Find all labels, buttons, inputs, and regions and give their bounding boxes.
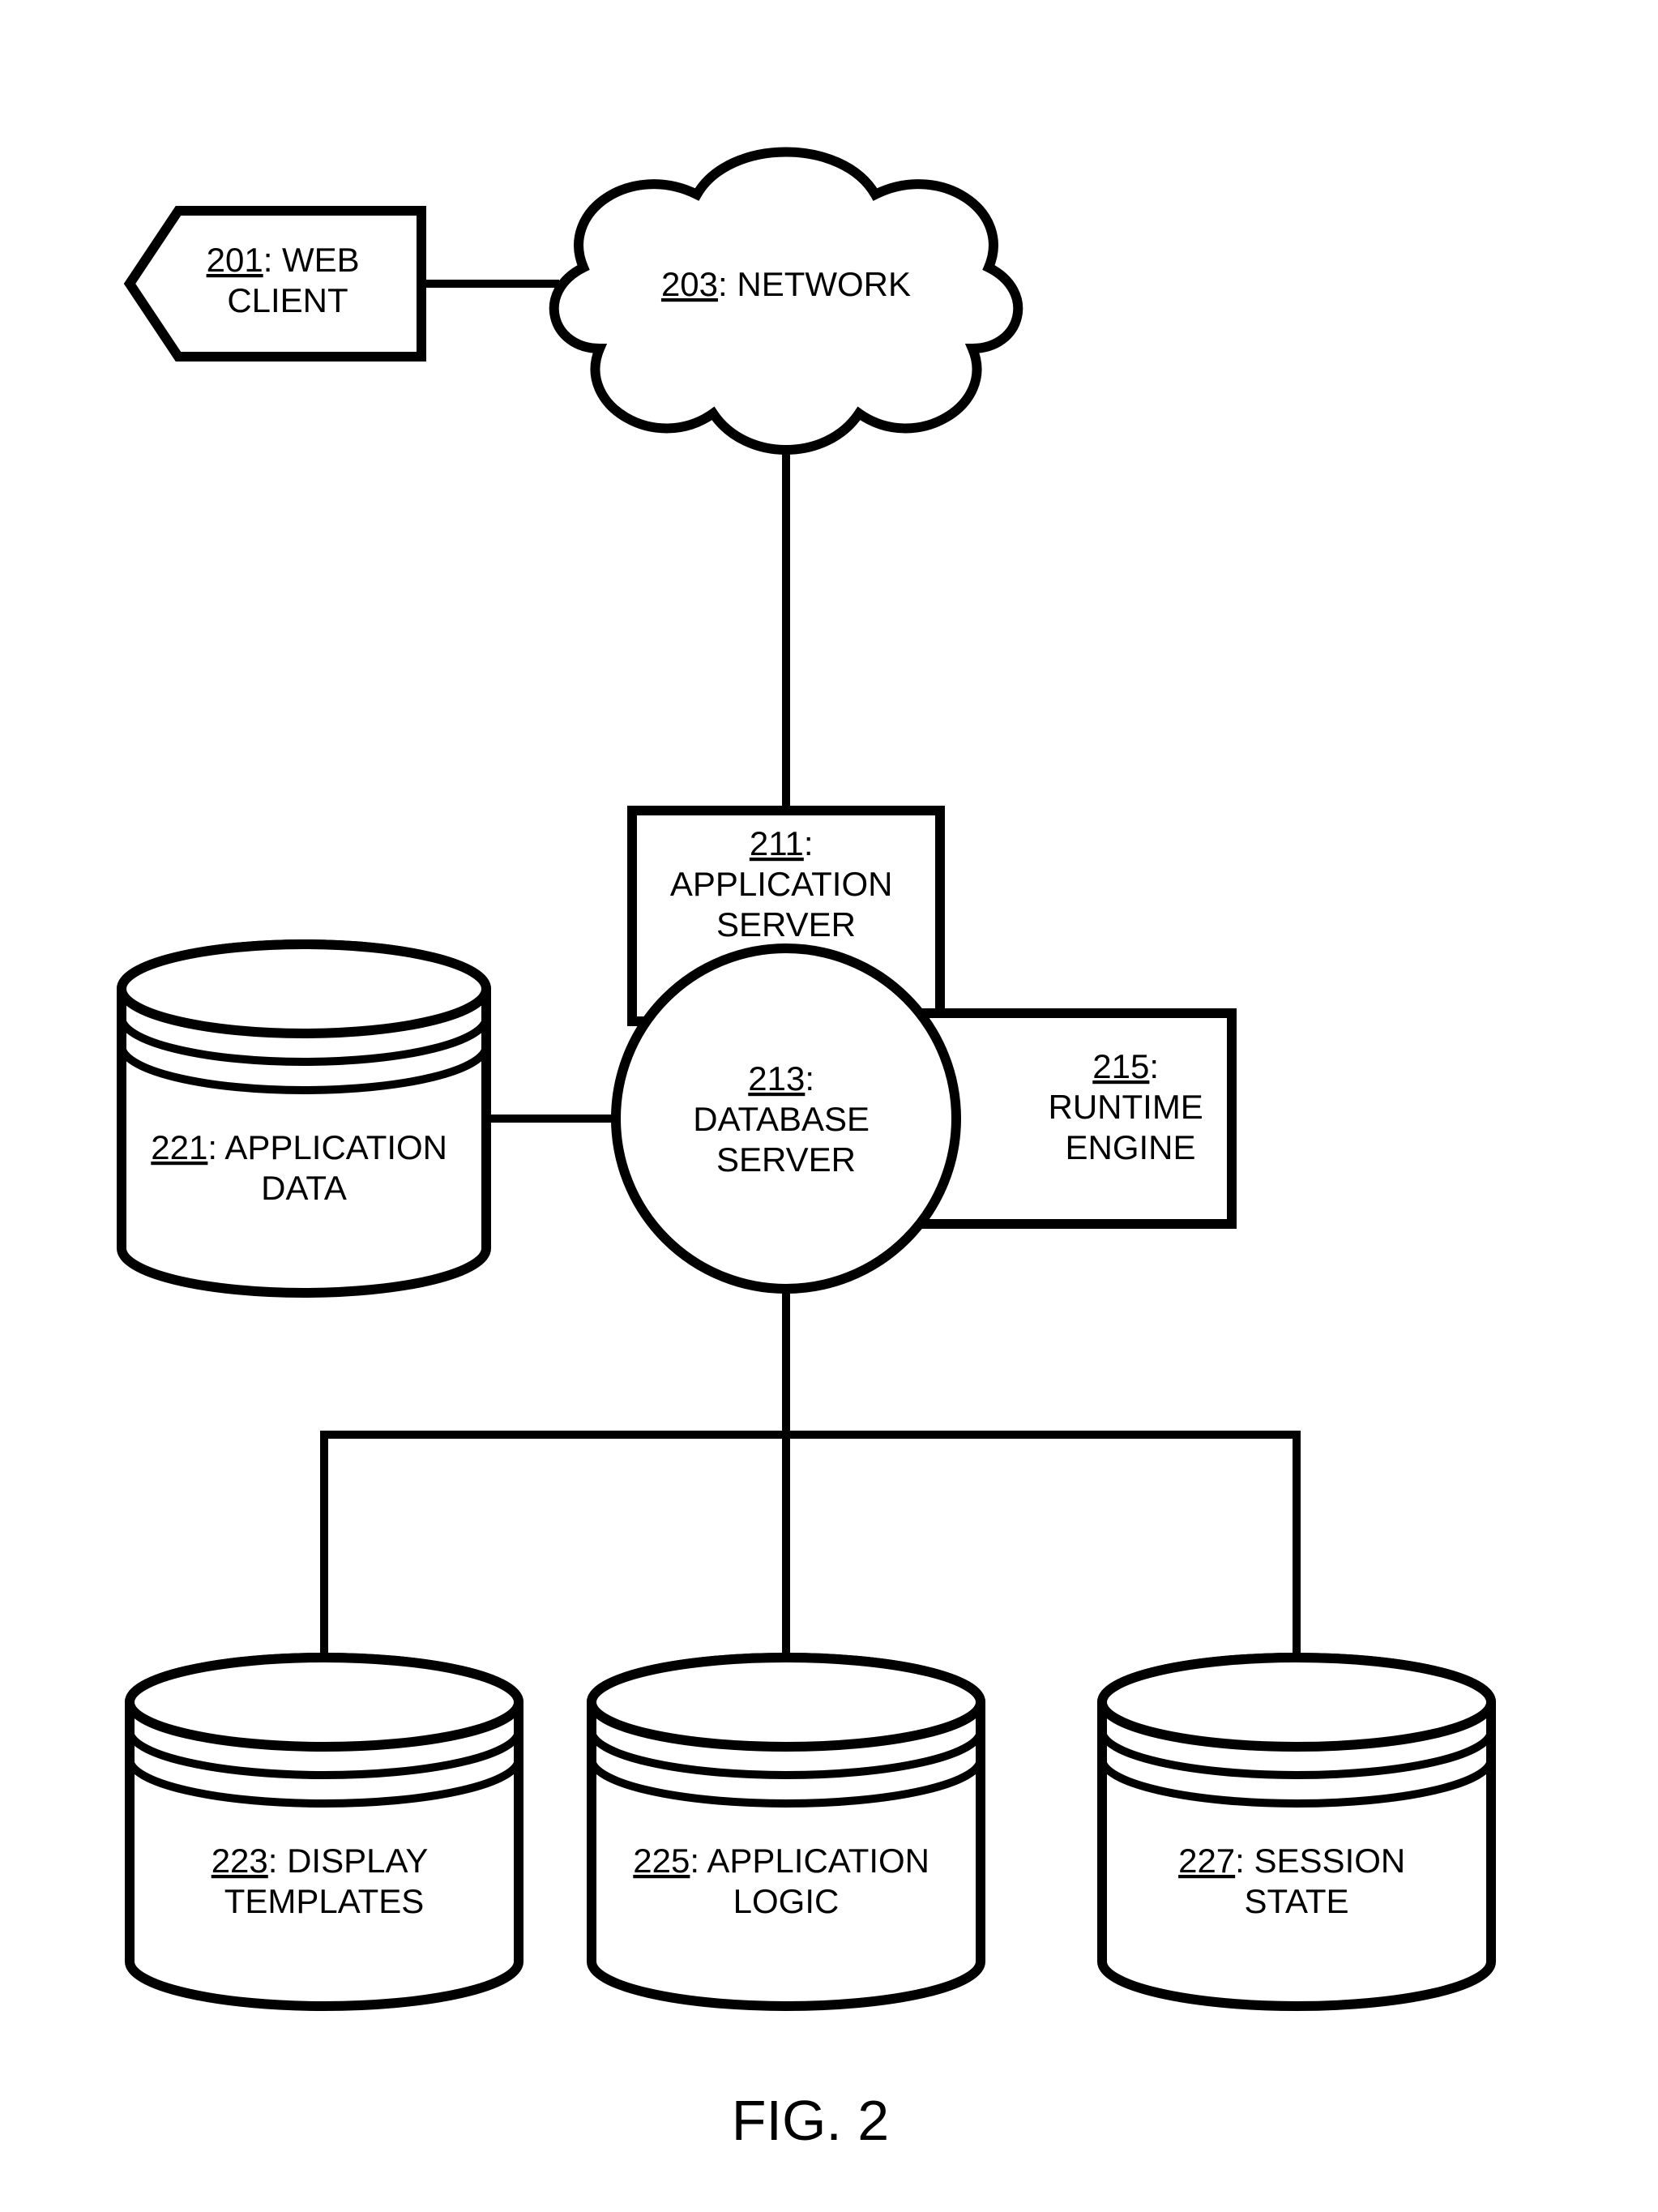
db-server-ref: 213 — [748, 1059, 805, 1097]
network-node: 203: NETWORK — [554, 152, 1018, 451]
db-server-node: 213: DATABASE SERVER — [616, 948, 956, 1289]
network-ref: 203 — [661, 265, 718, 303]
session-state-node: 227: SESSION STATE — [1102, 1658, 1491, 2006]
figure-label: FIG. 2 — [732, 2089, 889, 2152]
svg-text:203: NETWORK: 203: NETWORK — [661, 265, 911, 303]
app-data-ref: 221 — [151, 1128, 207, 1166]
web-client-ref: 201 — [207, 241, 263, 279]
app-logic-ref: 225 — [633, 1842, 690, 1880]
app-logic-node: 225: APPLICATION LOGIC — [592, 1658, 981, 2006]
app-data-node: 221: APPLICATION DATA — [122, 944, 486, 1293]
architecture-diagram: 201: WEB CLIENT 203: NETWORK 211: APPLIC… — [0, 0, 1658, 2212]
display-templates-node: 223: DISPLAY TEMPLATES — [130, 1658, 519, 2006]
runtime-engine-ref: 215 — [1092, 1047, 1149, 1085]
app-server-ref: 211 — [750, 824, 804, 862]
runtime-engine-node: 215: RUNTIME ENGINE — [924, 1013, 1232, 1224]
display-templates-ref: 223 — [212, 1842, 268, 1880]
web-client-node: 201: WEB CLIENT — [130, 211, 421, 357]
session-state-ref: 227 — [1178, 1842, 1235, 1880]
network-label: NETWORK — [737, 265, 911, 303]
